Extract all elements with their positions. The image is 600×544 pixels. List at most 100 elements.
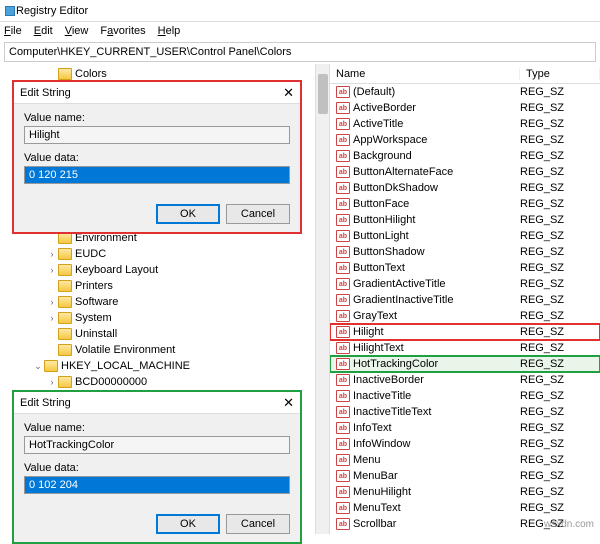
value-type: REG_SZ <box>520 230 564 242</box>
close-icon[interactable]: ✕ <box>283 395 294 411</box>
tree-scrollbar[interactable] <box>315 64 329 534</box>
list-row[interactable]: abHotTrackingColorREG_SZ <box>330 356 600 372</box>
menu-favorites[interactable]: Favorites <box>100 25 145 37</box>
list-row[interactable]: abMenuBarREG_SZ <box>330 468 600 484</box>
value-type: REG_SZ <box>520 358 564 370</box>
list-row[interactable]: abGradientInactiveTitleREG_SZ <box>330 292 600 308</box>
cancel-button[interactable]: Cancel <box>226 514 290 534</box>
list-row[interactable]: abButtonFaceREG_SZ <box>330 196 600 212</box>
string-value-icon: ab <box>336 278 350 290</box>
expander-icon[interactable]: › <box>46 313 58 323</box>
list-row[interactable]: abInactiveTitleREG_SZ <box>330 388 600 404</box>
dialog-titlebar[interactable]: Edit String ✕ <box>14 82 300 104</box>
tree-item[interactable]: Printers <box>0 278 329 294</box>
value-type: REG_SZ <box>520 246 564 258</box>
string-value-icon: ab <box>336 262 350 274</box>
value-data-input[interactable] <box>24 166 290 184</box>
value-name-input[interactable] <box>24 126 290 144</box>
string-value-icon: ab <box>336 358 350 370</box>
value-type: REG_SZ <box>520 182 564 194</box>
value-name: GradientActiveTitle <box>353 278 520 290</box>
list-row[interactable]: abInfoTextREG_SZ <box>330 420 600 436</box>
string-value-icon: ab <box>336 230 350 242</box>
menu-edit[interactable]: Edit <box>34 25 53 37</box>
value-name: InactiveTitle <box>353 390 520 402</box>
tree-item[interactable]: ›Keyboard Layout <box>0 262 329 278</box>
list-row[interactable]: abButtonDkShadowREG_SZ <box>330 180 600 196</box>
dialog-titlebar[interactable]: Edit String ✕ <box>14 392 300 414</box>
string-value-icon: ab <box>336 86 350 98</box>
string-value-icon: ab <box>336 118 350 130</box>
value-data-label: Value data: <box>24 462 290 474</box>
list-row[interactable]: abHilightTextREG_SZ <box>330 340 600 356</box>
list-row[interactable]: abMenuREG_SZ <box>330 452 600 468</box>
expander-icon[interactable]: › <box>46 249 58 259</box>
list-row[interactable]: abActiveTitleREG_SZ <box>330 116 600 132</box>
expander-icon[interactable]: › <box>46 265 58 275</box>
folder-icon <box>58 68 72 80</box>
string-value-icon: ab <box>336 422 350 434</box>
value-name: Menu <box>353 454 520 466</box>
value-type: REG_SZ <box>520 470 564 482</box>
tree-item[interactable]: › System <box>0 310 329 326</box>
ok-button[interactable]: OK <box>156 514 220 534</box>
menu-file[interactable]: File <box>4 25 22 37</box>
value-name: GrayText <box>353 310 520 322</box>
close-icon[interactable]: ✕ <box>283 85 294 101</box>
expander-icon[interactable]: ⌄ <box>32 361 44 372</box>
expander-icon[interactable]: › <box>46 297 58 307</box>
scrollbar-thumb[interactable] <box>318 74 328 114</box>
list-row[interactable]: abMenuHilightREG_SZ <box>330 484 600 500</box>
value-type: REG_SZ <box>520 326 564 338</box>
list-row[interactable]: abButtonShadowREG_SZ <box>330 244 600 260</box>
list-row[interactable]: abGradientActiveTitleREG_SZ <box>330 276 600 292</box>
list-row[interactable]: abGrayTextREG_SZ <box>330 308 600 324</box>
list-row[interactable]: abButtonLightREG_SZ <box>330 228 600 244</box>
expander-icon[interactable]: › <box>46 377 58 387</box>
list-row[interactable]: abInfoWindowREG_SZ <box>330 436 600 452</box>
value-name-input[interactable] <box>24 436 290 454</box>
value-type: REG_SZ <box>520 134 564 146</box>
tree-label: System <box>75 312 112 324</box>
tree-item[interactable]: Uninstall <box>0 326 329 342</box>
list-row[interactable]: abButtonAlternateFaceREG_SZ <box>330 164 600 180</box>
watermark: wsxdn.com <box>544 519 594 530</box>
list-row[interactable]: ab(Default)REG_SZ <box>330 84 600 100</box>
value-type: REG_SZ <box>520 150 564 162</box>
string-value-icon: ab <box>336 406 350 418</box>
folder-icon <box>58 264 72 276</box>
menu-view[interactable]: View <box>65 25 89 37</box>
tree-item[interactable]: ›Software <box>0 294 329 310</box>
list-row[interactable]: abAppWorkspaceREG_SZ <box>330 132 600 148</box>
tree-item[interactable]: ›EUDC <box>0 246 329 262</box>
edit-string-dialog-hilight: Edit String ✕ Value name: Value data: OK… <box>12 80 302 234</box>
ok-button[interactable]: OK <box>156 204 220 224</box>
string-value-icon: ab <box>336 182 350 194</box>
list-row[interactable]: abMenuTextREG_SZ <box>330 500 600 516</box>
value-type: REG_SZ <box>520 166 564 178</box>
column-name[interactable]: Name <box>330 68 520 80</box>
address-bar[interactable]: Computer\HKEY_CURRENT_USER\Control Panel… <box>4 42 596 62</box>
list-row[interactable]: abInactiveTitleTextREG_SZ <box>330 404 600 420</box>
list-row[interactable]: abButtonHilightREG_SZ <box>330 212 600 228</box>
cancel-button[interactable]: Cancel <box>226 204 290 224</box>
value-name-label: Value name: <box>24 112 290 124</box>
tree-item[interactable]: Volatile Environment <box>0 342 329 358</box>
value-type: REG_SZ <box>520 342 564 354</box>
list-row[interactable]: abHilightREG_SZ <box>330 324 600 340</box>
tree-item[interactable]: ›BCD00000000 <box>0 374 329 390</box>
value-data-input[interactable] <box>24 476 290 494</box>
string-value-icon: ab <box>336 166 350 178</box>
list-row[interactable]: abActiveBorderREG_SZ <box>330 100 600 116</box>
folder-icon <box>44 360 58 372</box>
list-row[interactable]: abButtonTextREG_SZ <box>330 260 600 276</box>
menu-help[interactable]: Help <box>158 25 181 37</box>
column-type[interactable]: Type <box>520 68 600 80</box>
string-value-icon: ab <box>336 454 350 466</box>
list-row[interactable]: abBackgroundREG_SZ <box>330 148 600 164</box>
string-value-icon: ab <box>336 246 350 258</box>
value-type: REG_SZ <box>520 198 564 210</box>
folder-icon <box>58 280 72 292</box>
tree-item[interactable]: ⌄HKEY_LOCAL_MACHINE <box>0 358 329 374</box>
list-row[interactable]: abInactiveBorderREG_SZ <box>330 372 600 388</box>
